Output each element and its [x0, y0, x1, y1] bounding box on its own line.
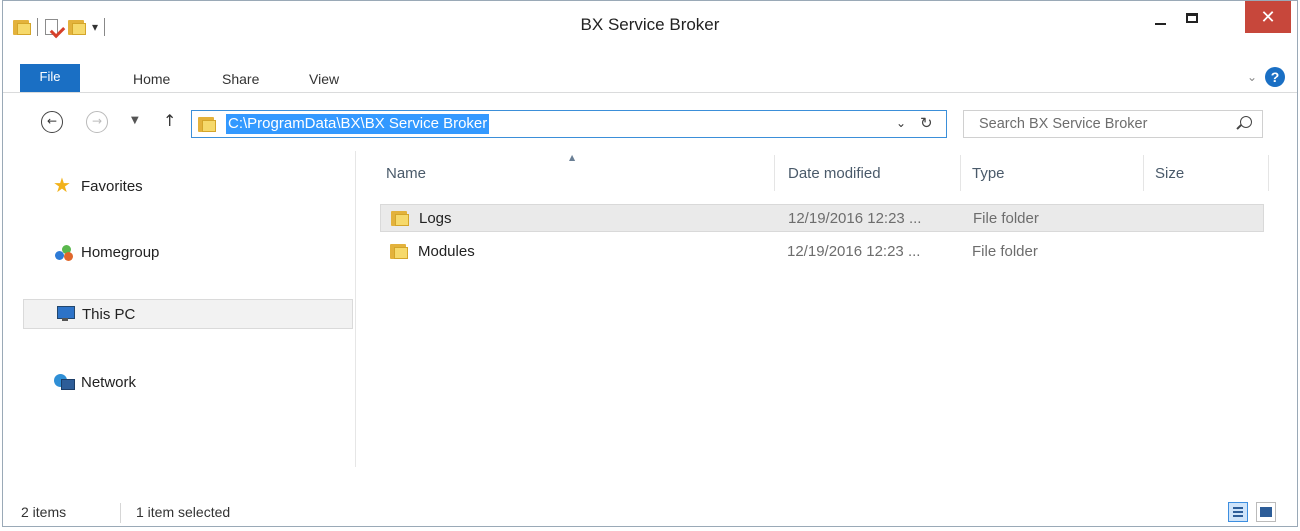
star-icon: ★ — [53, 175, 71, 197]
status-bar: 2 items 1 item selected — [3, 467, 1297, 527]
status-separator — [120, 503, 121, 523]
recent-locations-dropdown-icon[interactable]: ▼ — [131, 115, 139, 126]
forward-button[interactable]: → — [86, 111, 108, 133]
computer-icon — [54, 304, 76, 324]
nav-item-label: This PC — [82, 305, 136, 323]
file-list: Name ▲ Date modified Type Size Logs 12/1… — [358, 151, 1297, 467]
file-type: File folder — [972, 243, 1038, 260]
column-divider[interactable] — [1268, 155, 1269, 191]
folder-icon — [390, 243, 408, 259]
homegroup-icon — [53, 242, 75, 262]
nav-item-this-pc[interactable]: This PC — [23, 299, 353, 329]
minimize-icon — [1154, 23, 1166, 25]
tab-view[interactable]: View — [309, 64, 339, 92]
large-icons-view-button[interactable] — [1256, 502, 1276, 522]
nav-item-homegroup[interactable]: Homegroup — [23, 237, 353, 267]
nav-item-label: Homegroup — [81, 243, 160, 261]
details-view-button[interactable] — [1228, 502, 1248, 522]
file-type: File folder — [973, 210, 1039, 227]
navigation-pane: ★ Favorites Homegroup This PC Network — [3, 151, 356, 467]
column-header-size[interactable]: Size — [1155, 165, 1184, 191]
selection-status: 1 item selected — [136, 504, 231, 520]
refresh-icon[interactable]: ↻ — [920, 114, 933, 132]
column-header-date-modified[interactable]: Date modified — [788, 165, 881, 191]
search-placeholder: Search BX Service Broker — [979, 116, 1148, 132]
tab-share[interactable]: Share — [222, 64, 259, 92]
maximize-button[interactable] — [1177, 1, 1207, 35]
address-bar[interactable]: C:\ProgramData\BX\BX Service Broker ⌄ ↻ — [191, 110, 947, 138]
minimize-button[interactable] — [1145, 1, 1175, 35]
close-button[interactable]: ✕ — [1245, 1, 1291, 33]
ribbon-tabs: File Home Share View ⌄ ? — [3, 64, 1297, 93]
explorer-window: ▾ BX Service Broker ✕ File Home Share Vi… — [2, 0, 1298, 527]
column-divider[interactable] — [774, 155, 775, 191]
nav-item-label: Network — [81, 373, 137, 391]
folder-icon — [198, 116, 216, 132]
date-modified: 12/19/2016 12:23 ... — [788, 210, 922, 227]
sort-ascending-icon: ▲ — [569, 153, 576, 162]
search-box[interactable]: Search BX Service Broker — [963, 110, 1263, 138]
column-divider[interactable] — [1143, 155, 1144, 191]
date-modified: 12/19/2016 12:23 ... — [787, 243, 921, 260]
file-name: Modules — [418, 243, 475, 260]
item-count: 2 items — [21, 504, 67, 520]
expand-ribbon-icon[interactable]: ⌄ — [1247, 70, 1257, 84]
table-row[interactable]: Modules 12/19/2016 12:23 ... File folder — [380, 238, 1264, 266]
nav-item-network[interactable]: Network — [23, 367, 353, 397]
file-name: Logs — [419, 210, 452, 227]
folder-icon — [391, 210, 409, 226]
column-divider[interactable] — [960, 155, 961, 191]
maximize-icon — [1186, 13, 1198, 23]
title-bar: ▾ BX Service Broker ✕ — [3, 1, 1297, 51]
tab-file[interactable]: File — [20, 64, 80, 92]
navigation-bar: ← → ▼ ↑ C:\ProgramData\BX\BX Service Bro… — [3, 93, 1297, 151]
help-icon[interactable]: ? — [1265, 67, 1285, 87]
column-header-type[interactable]: Type — [972, 165, 1005, 191]
tab-home[interactable]: Home — [133, 64, 170, 92]
nav-item-label: Favorites — [81, 177, 143, 195]
address-dropdown-icon[interactable]: ⌄ — [896, 116, 906, 130]
search-icon[interactable] — [1240, 116, 1252, 128]
column-header-name[interactable]: Name — [386, 165, 426, 191]
address-path[interactable]: C:\ProgramData\BX\BX Service Broker — [226, 114, 490, 134]
table-row[interactable]: Logs 12/19/2016 12:23 ... File folder — [380, 204, 1264, 232]
back-button[interactable]: ← — [41, 111, 63, 133]
nav-item-favorites[interactable]: ★ Favorites — [23, 171, 353, 201]
column-label: Name — [386, 165, 427, 182]
up-button[interactable]: ↑ — [163, 111, 176, 130]
window-title: BX Service Broker — [580, 15, 720, 34]
network-icon — [53, 372, 75, 392]
